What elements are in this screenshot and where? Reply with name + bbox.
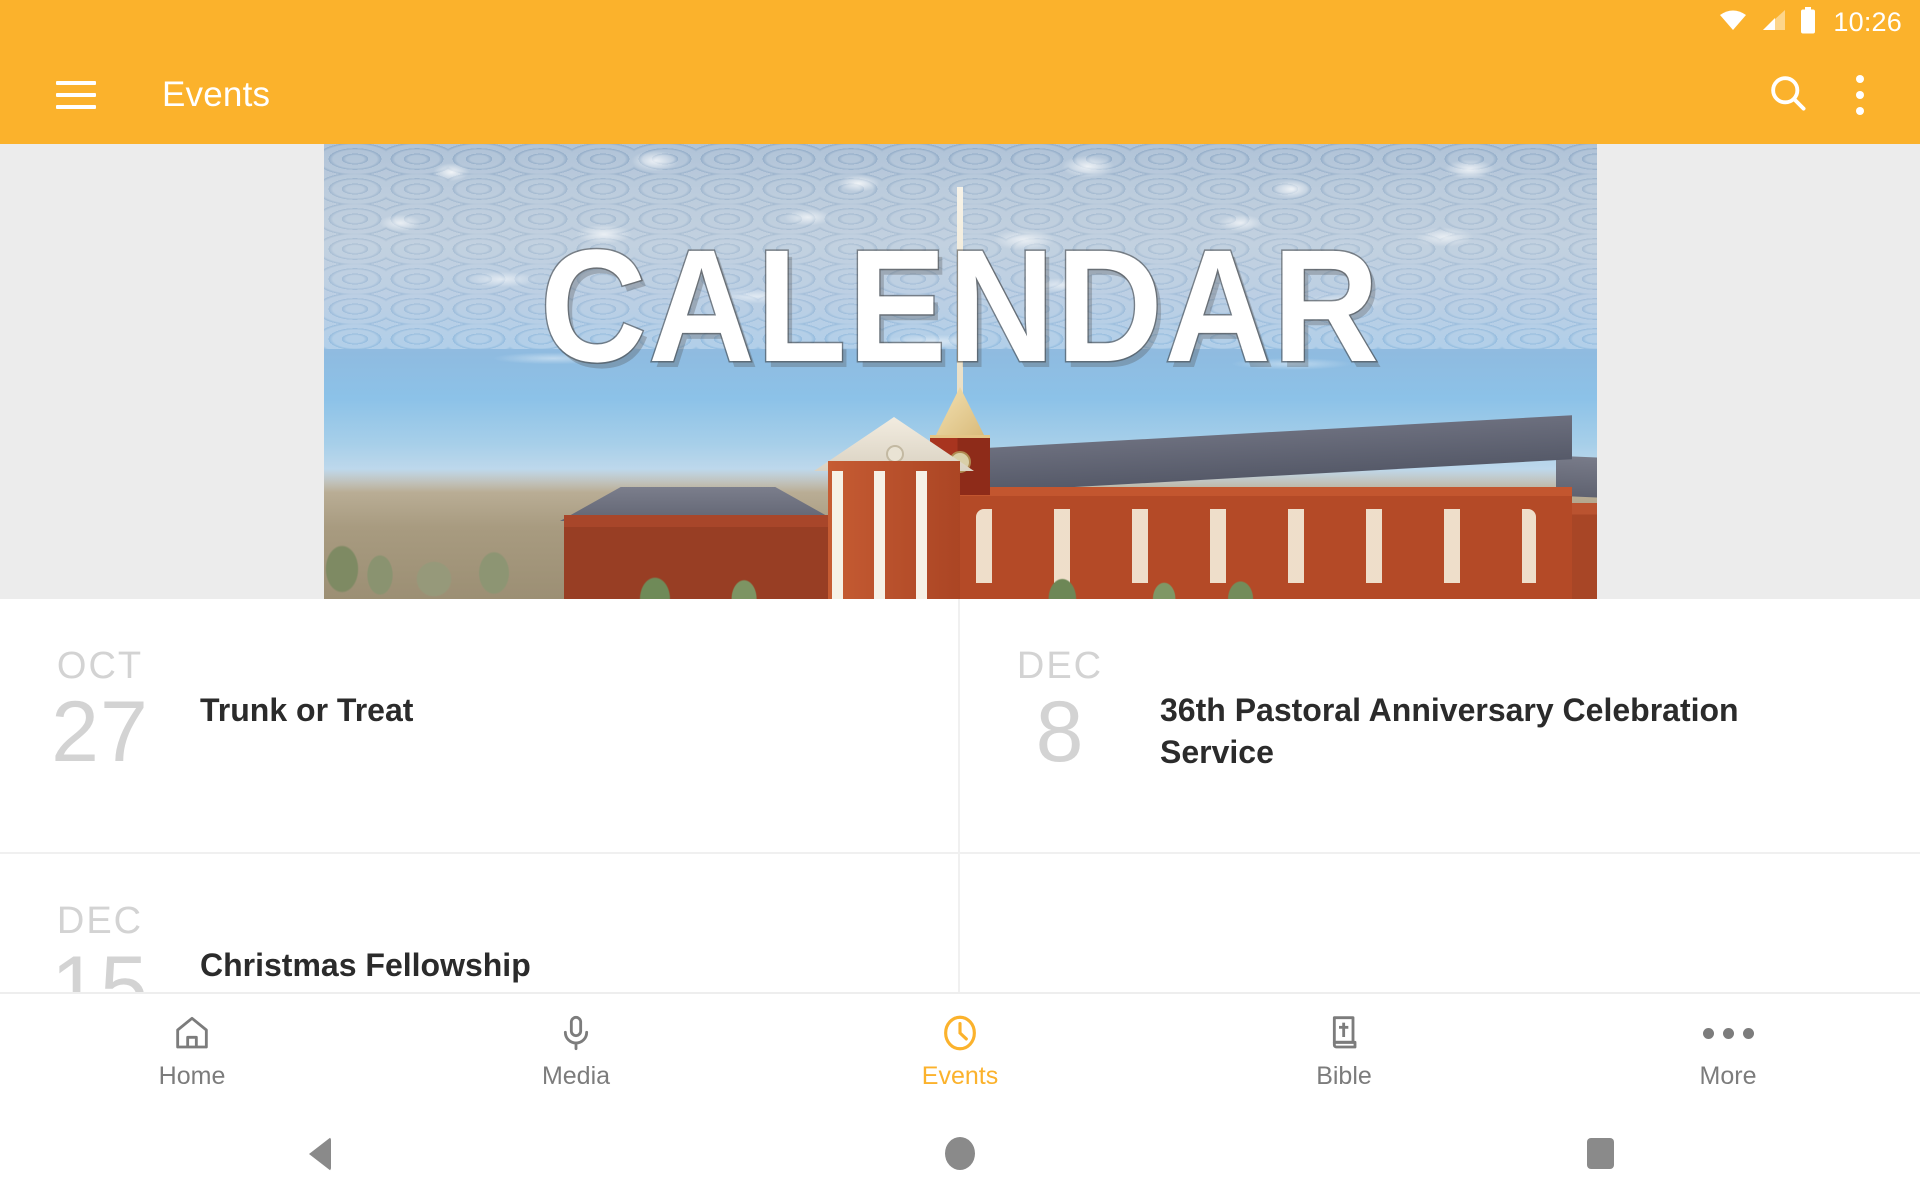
- events-list: OCT 27 Trunk or Treat DEC 8 36th Pastora…: [0, 599, 1920, 1200]
- bottom-tab-bar: Home Media Events Bible More: [0, 992, 1920, 1107]
- hamburger-menu-icon: [56, 80, 96, 109]
- hero-section: CALENDAR: [0, 144, 1920, 599]
- status-bar-clock: 10:26: [1833, 7, 1902, 37]
- calendar-banner[interactable]: CALENDAR: [323, 144, 1597, 599]
- home-circle-icon: [945, 1137, 975, 1170]
- app-bar: Events: [0, 45, 1920, 144]
- search-button[interactable]: [1752, 59, 1824, 131]
- event-list-item[interactable]: OCT 27 Trunk or Treat: [0, 599, 960, 854]
- more-horizontal-icon: [1702, 1012, 1754, 1054]
- status-bar: 10:26: [0, 0, 1920, 45]
- microphone-icon: [556, 1012, 596, 1054]
- nav-back-button[interactable]: [0, 1107, 640, 1200]
- tab-bible[interactable]: Bible: [1152, 994, 1536, 1107]
- tab-label: Events: [921, 1062, 999, 1090]
- event-title: Christmas Fellowship: [200, 947, 531, 983]
- tab-label: Media: [541, 1062, 611, 1090]
- cellular-signal-icon: [1761, 8, 1787, 37]
- banner-title: CALENDAR: [538, 216, 1381, 395]
- event-day: 27: [51, 684, 149, 780]
- home-icon: [172, 1012, 212, 1054]
- event-title: 36th Pastoral Anniversary Celebration Se…: [1160, 692, 1739, 771]
- tab-more[interactable]: More: [1536, 994, 1920, 1107]
- event-list-item[interactable]: DEC 8 36th Pastoral Anniversary Celebrat…: [960, 599, 1920, 854]
- event-date: [960, 896, 1160, 906]
- battery-icon: [1800, 6, 1816, 39]
- event-month: DEC: [56, 900, 144, 942]
- clock-icon: [939, 1012, 981, 1054]
- bible-book-icon: [1324, 1012, 1364, 1054]
- event-title: Trunk or Treat: [200, 692, 414, 728]
- overflow-menu-button[interactable]: [1824, 59, 1896, 131]
- tab-label: Bible: [1316, 1062, 1372, 1090]
- android-navigation-bar: [0, 1107, 1920, 1200]
- page-title: Events: [162, 74, 271, 114]
- tab-events[interactable]: Events: [768, 994, 1152, 1107]
- event-month: OCT: [56, 645, 144, 687]
- event-day: 8: [1035, 684, 1085, 780]
- event-date: DEC 8: [960, 641, 1160, 775]
- tab-label: More: [1699, 1062, 1757, 1090]
- wifi-icon: [1718, 8, 1748, 37]
- tab-home[interactable]: Home: [0, 994, 384, 1107]
- recents-square-icon: [1586, 1138, 1614, 1169]
- event-month: DEC: [1016, 645, 1104, 687]
- nav-recents-button[interactable]: [1280, 1107, 1920, 1200]
- event-date: OCT 27: [0, 641, 200, 775]
- tab-media[interactable]: Media: [384, 994, 768, 1107]
- tab-label: Home: [158, 1062, 226, 1090]
- back-triangle-icon: [309, 1136, 331, 1171]
- app-root: 10:26 Events CALENDAR OCT 27 Trunk or Tr…: [0, 0, 1920, 1200]
- hamburger-menu-button[interactable]: [40, 59, 112, 131]
- more-vertical-icon: [1856, 74, 1864, 115]
- search-icon: [1766, 71, 1810, 118]
- nav-home-button[interactable]: [640, 1107, 1280, 1200]
